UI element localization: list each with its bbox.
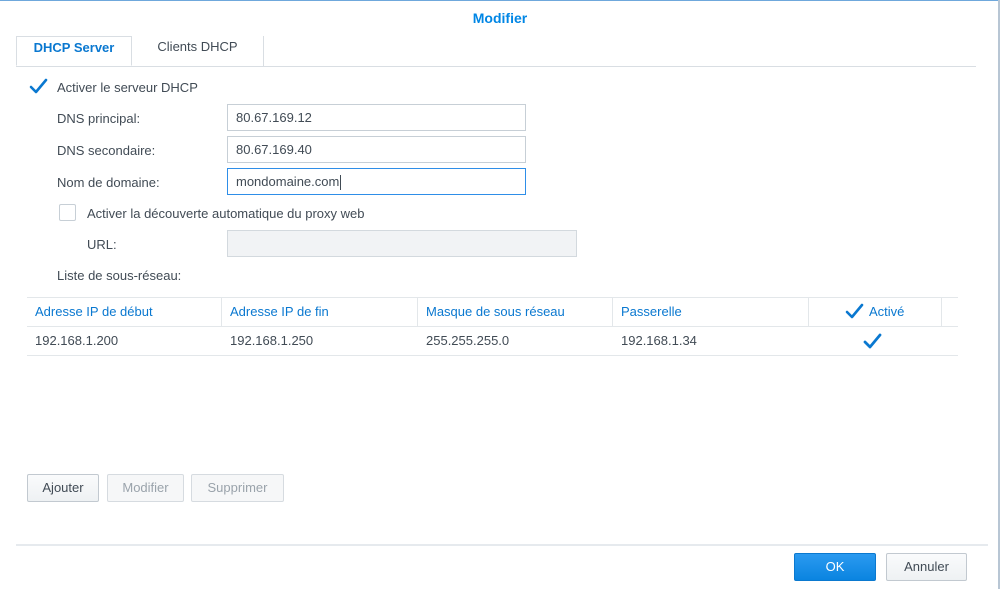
- domain-name-value: mondomaine.com: [236, 174, 340, 189]
- tab-dhcp-server-label: DHCP Server: [33, 40, 115, 55]
- cell-start-ip: 192.168.1.200: [35, 333, 119, 348]
- proxy-autodiscovery-checkbox[interactable]: [59, 204, 76, 221]
- cell-enabled: [809, 327, 942, 355]
- dns-primary-label: DNS principal:: [57, 111, 141, 126]
- column-header-enabled-label: Activé: [869, 304, 905, 319]
- column-header-gateway[interactable]: Passerelle: [613, 298, 809, 326]
- subnet-list-label: Liste de sous-réseau:: [57, 268, 182, 283]
- footer-divider: [16, 544, 988, 546]
- column-header-start-ip[interactable]: Adresse IP de début: [27, 298, 222, 326]
- column-header-end-ip[interactable]: Adresse IP de fin: [222, 298, 418, 326]
- column-header-enabled[interactable]: Activé: [809, 298, 942, 326]
- row-enabled-checkmark-icon[interactable]: [863, 333, 883, 350]
- tab-clients-dhcp-label: Clients DHCP: [157, 39, 238, 54]
- add-button[interactable]: Ajouter: [27, 474, 99, 502]
- column-header-subnet-mask[interactable]: Masque de sous réseau: [418, 298, 613, 326]
- cell-subnet-mask: 255.255.255.0: [426, 333, 510, 348]
- tab-bar: DHCP Server Clients DHCP: [16, 36, 976, 67]
- checkmark-icon: [29, 78, 48, 94]
- url-label: URL:: [87, 237, 117, 252]
- domain-name-input[interactable]: mondomaine.com: [227, 168, 526, 195]
- text-cursor: [340, 175, 342, 191]
- domain-name-label: Nom de domaine:: [57, 175, 160, 190]
- tab-clients-dhcp[interactable]: Clients DHCP: [132, 36, 264, 66]
- cell-gateway: 192.168.1.34: [621, 333, 697, 348]
- table-row[interactable]: 192.168.1.200 192.168.1.250 255.255.255.…: [27, 327, 958, 356]
- delete-button[interactable]: Supprimer: [191, 474, 284, 502]
- dialog-title-bar: Modifier: [0, 0, 1000, 36]
- cell-end-ip: 192.168.1.250: [230, 333, 314, 348]
- subnet-table-header: Adresse IP de début Adresse IP de fin Ma…: [27, 297, 958, 327]
- dns-primary-input[interactable]: 80.67.169.12: [227, 104, 526, 131]
- dialog-title: Modifier: [472, 10, 528, 26]
- enable-dhcp-checkbox[interactable]: [29, 78, 48, 95]
- proxy-autodiscovery-label: Activer la découverte automatique du pro…: [87, 206, 365, 221]
- url-input[interactable]: [227, 230, 577, 257]
- edit-button[interactable]: Modifier: [107, 474, 184, 502]
- dns-secondary-label: DNS secondaire:: [57, 143, 156, 158]
- enable-dhcp-label: Activer le serveur DHCP: [57, 80, 198, 95]
- subnet-table: Adresse IP de début Adresse IP de fin Ma…: [27, 297, 958, 356]
- ok-button[interactable]: OK: [794, 553, 876, 581]
- dns-secondary-input[interactable]: 80.67.169.40: [227, 136, 526, 163]
- header-checkmark-icon[interactable]: [845, 303, 864, 320]
- tab-dhcp-server[interactable]: DHCP Server: [16, 36, 132, 66]
- cancel-button[interactable]: Annuler: [886, 553, 967, 581]
